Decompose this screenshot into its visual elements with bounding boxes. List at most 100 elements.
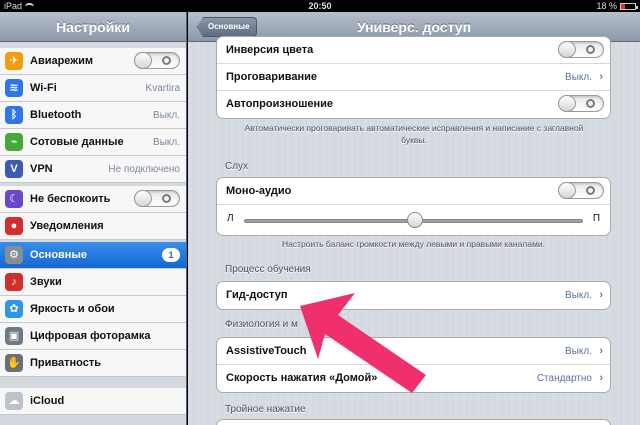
learning-group: Гид-доступ Выкл. › (216, 281, 611, 310)
toggle-off-icon (162, 56, 171, 65)
chevron-right-icon: › (599, 289, 603, 301)
invert-colors-row[interactable]: Инверсия цвета (217, 37, 610, 64)
sidebar-item[interactable]: ✋ Приватность (0, 350, 186, 377)
balance-slider-row: Л П (217, 205, 610, 235)
invert-colors-toggle[interactable] (558, 41, 604, 58)
toggle-knob (558, 95, 576, 112)
flower-icon: ✿ (5, 300, 23, 318)
sidebar-toggle[interactable] (134, 190, 180, 207)
sidebar-item-value: Kvartira (145, 82, 180, 94)
vision-group: Инверсия цвета Проговаривание Выкл. › Ав… (216, 36, 611, 119)
toggle-off-icon (586, 99, 595, 108)
balance-slider-thumb[interactable] (406, 212, 423, 228)
gear-icon: ⚙ (5, 246, 23, 264)
balance-footnote: Настроить баланс громкости между левыми … (282, 239, 545, 249)
balance-right-label: П (592, 213, 600, 224)
battery-percent: 18 % (596, 1, 617, 11)
settings-sidebar: Настройки ✈ Авиарежим ≋ Wi-Fi Kvartira ᛒ Bluet… (0, 12, 187, 425)
battery-icon (620, 2, 638, 10)
toggle-knob (134, 190, 152, 207)
clock: 20:50 (308, 1, 332, 11)
notifications-icon: ● (5, 217, 23, 235)
hearing-group: Моно-аудио Л П (216, 177, 611, 236)
wifi-icon: ≋ (5, 79, 23, 97)
toggle-knob (134, 52, 152, 69)
assistive-touch-value: Выкл. (565, 346, 592, 357)
sidebar-item-label: Основные (30, 249, 87, 261)
sidebar-toggle[interactable] (134, 52, 180, 69)
mono-audio-label: Моно-аудио (226, 185, 292, 197)
sidebar-title: Настройки (0, 12, 186, 42)
accessibility-panel: Основные Универс. доступ Инверсия цвета … (188, 12, 640, 425)
toggle-off-icon (586, 186, 595, 195)
bluetooth-icon: ᛒ (5, 106, 23, 124)
sidebar-item-label: Wi-Fi (30, 82, 57, 94)
sidebar-item[interactable]: ☁ iCloud (0, 388, 186, 415)
sidebar-item[interactable]: ≋ Wi-Fi Kvartira (0, 75, 186, 102)
sidebar-item-label: Уведомления (30, 220, 104, 232)
sidebar-item[interactable]: ♪ Звуки (0, 269, 186, 296)
physiology-group: AssistiveTouch Выкл. › Скорость нажатия … (216, 337, 611, 393)
sidebar-item[interactable]: ✿ Яркость и обои (0, 296, 186, 323)
sidebar-item-label: iCloud (30, 395, 65, 407)
guided-access-label: Гид-доступ (226, 289, 288, 301)
toggle-off-icon (586, 45, 595, 54)
sidebar-item-label: Яркость и обои (30, 303, 115, 315)
status-right: 18 % (596, 1, 638, 11)
balance-left-label: Л (227, 213, 234, 224)
speak-autotext-footnote: Автоматически проговаривать автоматическ… (244, 123, 584, 145)
guided-access-row[interactable]: Гид-доступ Выкл. › (217, 282, 610, 309)
home-click-speed-row[interactable]: Скорость нажатия «Домой» Стандартно › (217, 365, 610, 392)
sidebar-item[interactable]: ⌁ Сотовые данные Выкл. (0, 129, 186, 156)
vpn-icon: V (5, 160, 23, 178)
physiology-header: Физиология и м (225, 319, 298, 330)
speak-selection-label: Проговаривание (226, 71, 317, 83)
sidebar-item-value: Не подключено (108, 163, 180, 175)
toggle-knob (558, 41, 576, 58)
toggle-off-icon (162, 194, 171, 203)
sidebar-item[interactable]: ᛒ Bluetooth Выкл. (0, 102, 186, 129)
mono-audio-row[interactable]: Моно-аудио (217, 178, 610, 205)
sidebar-item-value: Выкл. (153, 136, 180, 148)
sidebar-item-label: VPN (30, 163, 53, 175)
speak-autotext-toggle[interactable] (558, 95, 604, 112)
sidebar-item-label: Bluetooth (30, 109, 82, 121)
sidebar-item-value: Выкл. (153, 109, 180, 121)
status-bar: iPad 20:50 18 % (0, 0, 640, 12)
hearing-header: Слух (225, 161, 249, 172)
home-click-speed-value: Стандартно (536, 373, 592, 384)
sidebar-item-label: Сотовые данные (30, 136, 124, 148)
chevron-right-icon: › (599, 345, 603, 357)
sidebar-item-label: Звуки (30, 276, 62, 288)
sidebar-item[interactable]: ⚙ Основные 1 (0, 242, 186, 269)
triple-click-group (216, 419, 611, 425)
guided-access-value: Выкл. (565, 290, 592, 301)
home-click-speed-label: Скорость нажатия «Домой» (226, 372, 378, 384)
sidebar-item-label: Приватность (30, 357, 101, 369)
photo-frame-icon: ▣ (5, 327, 23, 345)
antenna-icon: ⌁ (5, 133, 23, 151)
sidebar-item[interactable]: V VPN Не подключено (0, 156, 186, 183)
chevron-right-icon: › (599, 372, 603, 384)
speak-selection-row[interactable]: Проговаривание Выкл. › (217, 64, 610, 91)
sidebar-item[interactable]: ▣ Цифровая фоторамка (0, 323, 186, 350)
hand-icon: ✋ (5, 354, 23, 372)
airplane-icon: ✈ (5, 52, 23, 70)
speak-autotext-row[interactable]: Автопроизношение (217, 91, 610, 118)
learning-header: Процесс обучения (225, 264, 311, 275)
notification-badge: 1 (162, 248, 180, 262)
toggle-knob (558, 182, 576, 199)
invert-colors-label: Инверсия цвета (226, 44, 314, 56)
sidebar-item[interactable]: ● Уведомления (0, 213, 186, 240)
assistive-touch-row[interactable]: AssistiveTouch Выкл. › (217, 338, 610, 365)
sidebar-item-label: Авиарежим (30, 55, 93, 67)
assistive-touch-label: AssistiveTouch (226, 345, 307, 357)
moon-icon: ☾ (5, 190, 23, 208)
mono-audio-toggle[interactable] (558, 182, 604, 199)
sidebar-item[interactable]: ☾ Не беспокоить (0, 186, 186, 213)
sidebar-item[interactable]: ✈ Авиарежим (0, 48, 186, 75)
sidebar-item-label: Цифровая фоторамка (30, 330, 151, 342)
speak-selection-value: Выкл. (565, 72, 592, 83)
triple-click-header: Тройное нажатие (225, 404, 306, 415)
chevron-right-icon: › (599, 71, 603, 83)
